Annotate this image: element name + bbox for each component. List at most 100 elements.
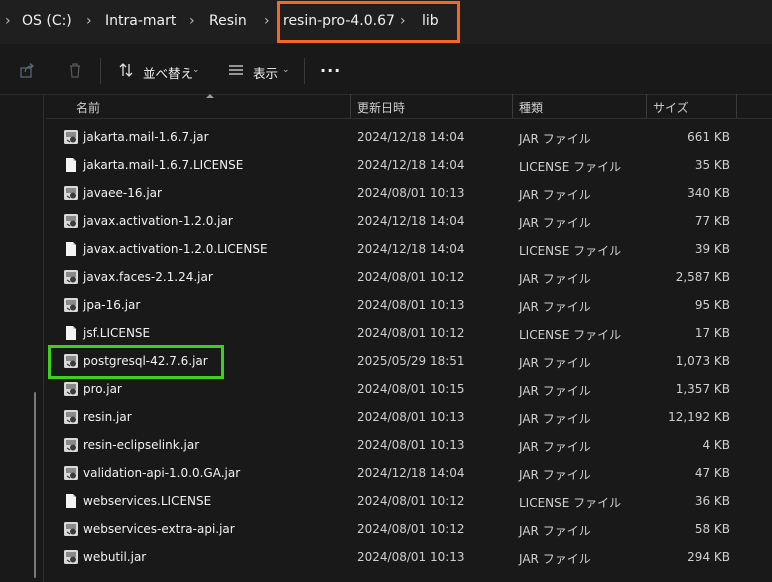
file-name: javax.faces-2.1.24.jar bbox=[83, 270, 213, 284]
file-size: 12,192 KB bbox=[668, 410, 730, 424]
jar-file-icon bbox=[64, 438, 78, 452]
file-date: 2024/08/01 10:12 bbox=[357, 270, 465, 284]
file-date: 2024/12/18 14:04 bbox=[357, 214, 465, 228]
file-type: JAR ファイル bbox=[519, 412, 591, 426]
file-size: 661 KB bbox=[687, 130, 730, 144]
column-header-name[interactable]: 名前 bbox=[76, 99, 100, 116]
more-options-icon[interactable]: ... bbox=[320, 57, 341, 76]
file-type: LICENSE ファイル bbox=[519, 160, 622, 174]
file-type: LICENSE ファイル bbox=[519, 328, 622, 342]
toolbar-divider bbox=[304, 58, 305, 84]
file-date: 2024/08/01 10:12 bbox=[357, 326, 465, 340]
file-row[interactable]: javaee-16.jar 2024/08/01 10:13 JAR ファイル 340… bbox=[46, 179, 772, 207]
file-type: JAR ファイル bbox=[519, 468, 591, 482]
sort-arrows-icon bbox=[119, 63, 133, 77]
jar-file-icon bbox=[64, 130, 78, 144]
path-highlight-box bbox=[277, 1, 460, 43]
generic-file-icon bbox=[66, 326, 76, 340]
file-name: resin.jar bbox=[83, 410, 132, 424]
file-row[interactable]: javax.faces-2.1.24.jar 2024/08/01 10:12 JA… bbox=[46, 263, 772, 291]
file-row[interactable]: webservices.LICENSE 2024/08/01 10:12 LICEN… bbox=[46, 487, 772, 515]
jar-file-icon bbox=[64, 466, 78, 480]
share-icon[interactable] bbox=[19, 62, 35, 78]
breadcrumb-intra-mart[interactable]: Intra-mart bbox=[105, 13, 176, 29]
breadcrumb-os-c[interactable]: OS (C:) bbox=[22, 13, 72, 29]
file-size: 2,587 KB bbox=[675, 270, 730, 284]
file-type: LICENSE ファイル bbox=[519, 496, 622, 510]
file-name: javax.activation-1.2.0.LICENSE bbox=[83, 242, 268, 256]
column-header-size[interactable]: サイズ bbox=[653, 99, 689, 116]
file-row[interactable]: webservices-extra-api.jar 2024/08/01 10:1… bbox=[46, 515, 772, 543]
file-type: JAR ファイル bbox=[519, 440, 591, 454]
file-size: 95 KB bbox=[694, 298, 730, 312]
column-header-type[interactable]: 種類 bbox=[519, 99, 543, 116]
column-divider[interactable] bbox=[350, 94, 351, 118]
file-type: JAR ファイル bbox=[519, 552, 591, 566]
file-name: webutil.jar bbox=[83, 550, 147, 564]
navigation-pane-border bbox=[43, 94, 44, 582]
file-row[interactable]: javax.activation-1.2.0.jar 2024/12/18 14:… bbox=[46, 207, 772, 235]
file-name: javax.activation-1.2.0.jar bbox=[83, 214, 233, 228]
file-size: 35 KB bbox=[694, 158, 730, 172]
file-name: pro.jar bbox=[83, 382, 122, 396]
chevron-right-icon[interactable]: › bbox=[86, 13, 92, 29]
column-header-row: 名前 更新日時 種類 サイズ bbox=[46, 94, 772, 119]
file-row[interactable]: resin-eclipselink.jar 2024/08/01 10:13 JAR… bbox=[46, 431, 772, 459]
file-row[interactable]: pro.jar 2024/08/01 10:15 JAR ファイル 1,357 KB bbox=[46, 375, 772, 403]
jar-file-icon bbox=[64, 522, 78, 536]
file-row[interactable]: jsf.LICENSE 2024/08/01 10:12 LICENSE ファイル 1… bbox=[46, 319, 772, 347]
file-name: webservices.LICENSE bbox=[83, 494, 212, 508]
chevron-down-icon: ⌄ bbox=[192, 65, 200, 75]
file-name: validation-api-1.0.0.GA.jar bbox=[83, 466, 241, 480]
file-date: 2024/08/01 10:13 bbox=[357, 298, 465, 312]
file-date: 2024/12/18 14:04 bbox=[357, 130, 465, 144]
file-date: 2024/08/01 10:13 bbox=[357, 410, 465, 424]
generic-file-icon bbox=[66, 242, 76, 256]
file-name: javaee-16.jar bbox=[83, 186, 162, 200]
jar-file-icon bbox=[64, 382, 78, 396]
file-size: 58 KB bbox=[694, 522, 730, 536]
file-row[interactable]: jakarta.mail-1.6.7.LICENSE 2024/12/18 14:… bbox=[46, 151, 772, 179]
file-row[interactable]: resin.jar 2024/08/01 10:13 JAR ファイル 12,192 … bbox=[46, 403, 772, 431]
column-header-date[interactable]: 更新日時 bbox=[357, 99, 405, 116]
file-type: JAR ファイル bbox=[519, 384, 591, 398]
toolbar-divider bbox=[100, 58, 101, 84]
view-button-label: 表示 bbox=[253, 66, 279, 81]
file-date: 2024/12/18 14:04 bbox=[357, 242, 465, 256]
file-type: JAR ファイル bbox=[519, 216, 591, 230]
file-date: 2024/08/01 10:12 bbox=[357, 494, 465, 508]
file-type: JAR ファイル bbox=[519, 300, 591, 314]
file-size: 17 KB bbox=[694, 326, 730, 340]
file-name: resin-eclipselink.jar bbox=[83, 438, 200, 452]
breadcrumb-resin[interactable]: Resin bbox=[209, 13, 247, 29]
file-row[interactable]: jpa-16.jar 2024/08/01 10:13 JAR ファイル 95 KB bbox=[46, 291, 772, 319]
jar-file-icon bbox=[64, 550, 78, 564]
navigation-scrollbar[interactable] bbox=[34, 392, 36, 578]
file-size: 1,073 KB bbox=[675, 354, 730, 368]
file-highlight-box bbox=[48, 345, 224, 379]
jar-file-icon bbox=[64, 298, 78, 312]
chevron-right-icon[interactable]: › bbox=[189, 13, 195, 29]
delete-icon[interactable] bbox=[67, 62, 83, 78]
address-bar[interactable]: › OS (C:) › Intra-mart › Resin › resin-p… bbox=[0, 0, 772, 44]
file-size: 36 KB bbox=[694, 494, 730, 508]
column-divider[interactable] bbox=[736, 94, 737, 118]
chevron-right-icon[interactable]: › bbox=[264, 13, 270, 29]
column-divider[interactable] bbox=[646, 94, 647, 118]
file-size: 4 KB bbox=[702, 438, 730, 452]
command-bar: 並べ替え ⌄ 表示 ⌄ ... bbox=[0, 44, 772, 95]
file-row[interactable]: jakarta.mail-1.6.7.jar 2024/12/18 14:04 JA… bbox=[46, 123, 772, 151]
file-name: jakarta.mail-1.6.7.LICENSE bbox=[83, 158, 244, 172]
file-row[interactable]: validation-api-1.0.0.GA.jar 2024/12/18 14… bbox=[46, 459, 772, 487]
sort-button-label: 並べ替え bbox=[143, 66, 194, 81]
file-size: 47 KB bbox=[694, 466, 730, 480]
file-date: 2024/08/01 10:13 bbox=[357, 186, 465, 200]
jar-file-icon bbox=[64, 214, 78, 228]
file-type: JAR ファイル bbox=[519, 188, 591, 202]
file-row[interactable]: webutil.jar 2024/08/01 10:13 JAR ファイル 294 K… bbox=[46, 543, 772, 571]
chevron-right-icon: › bbox=[5, 13, 11, 29]
file-row[interactable]: javax.activation-1.2.0.LICENSE 2024/12/18… bbox=[46, 235, 772, 263]
generic-file-icon bbox=[66, 158, 76, 172]
column-divider[interactable] bbox=[512, 94, 513, 118]
file-type: JAR ファイル bbox=[519, 132, 591, 146]
